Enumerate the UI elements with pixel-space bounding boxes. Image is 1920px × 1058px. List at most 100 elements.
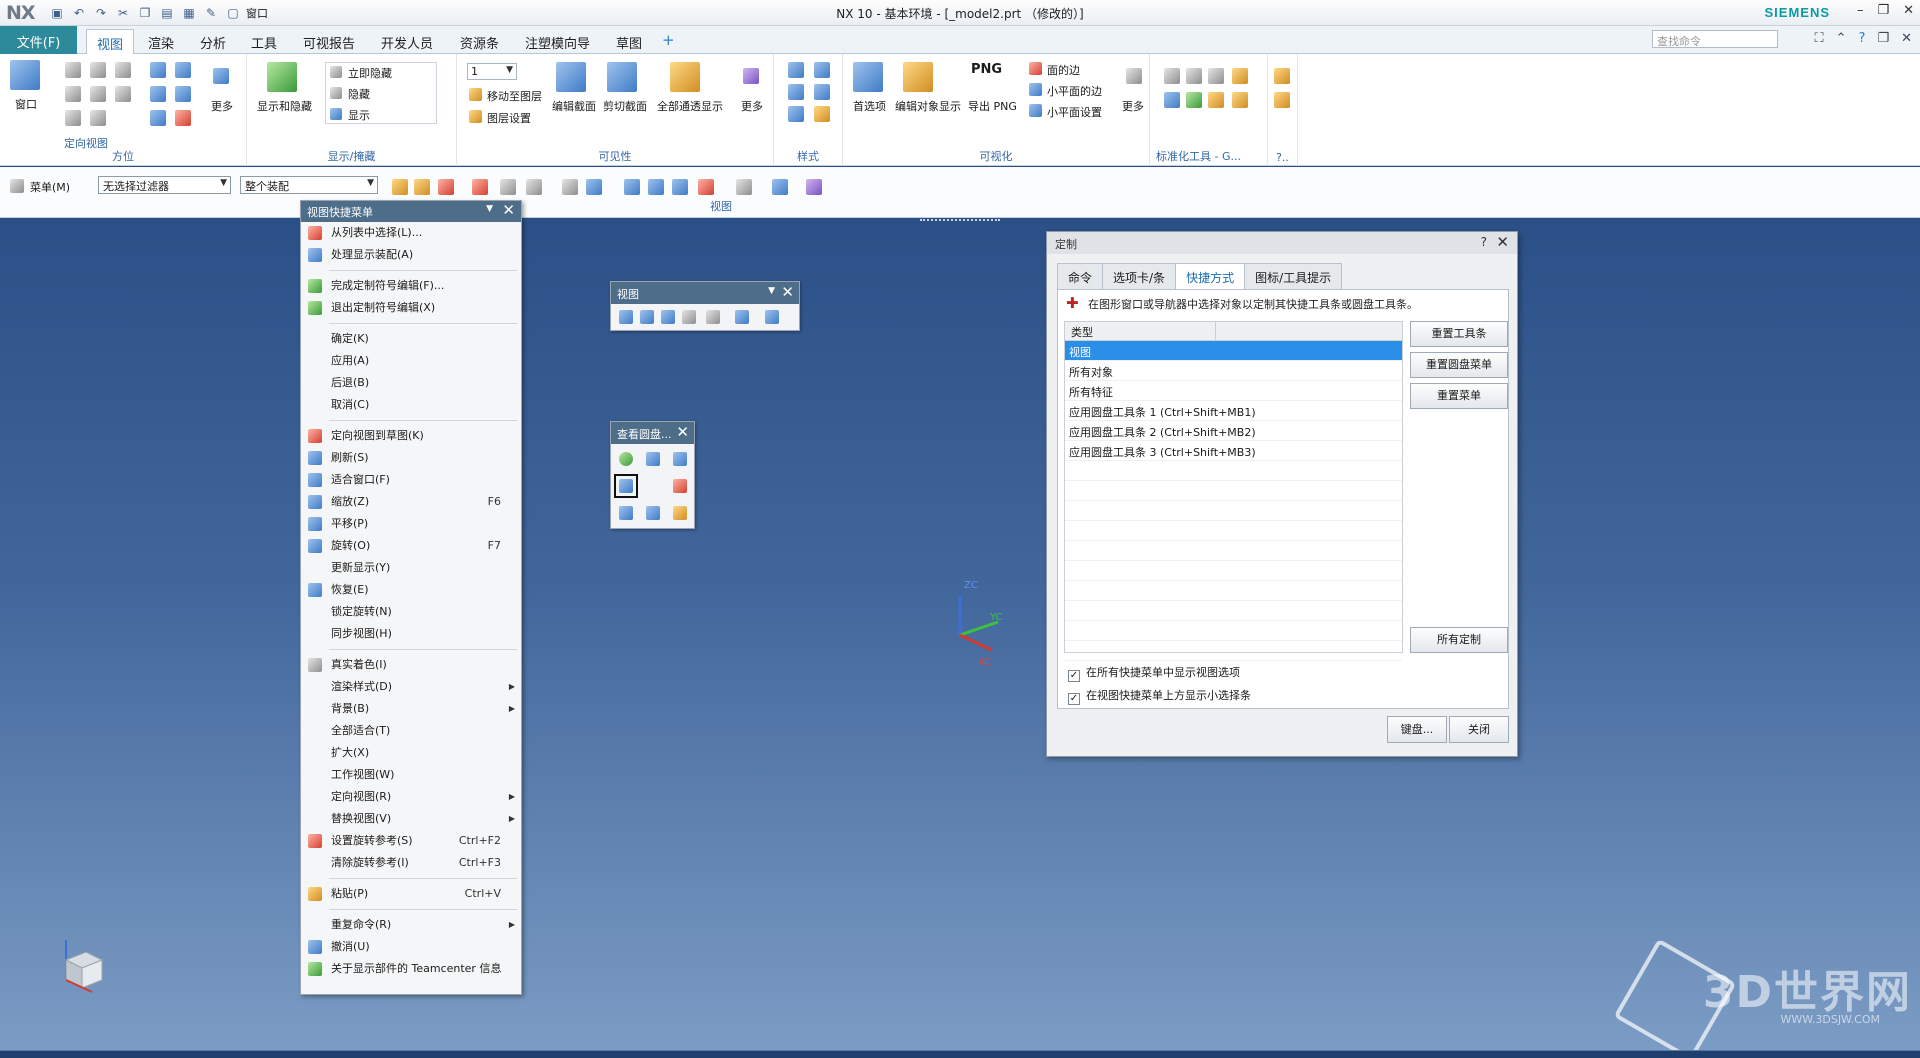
show-and-hide-icon[interactable] [267,62,297,92]
minimize-icon[interactable]: – [1857,3,1864,18]
section-icon[interactable] [682,310,696,324]
menu-item[interactable]: 清除旋转参考(I) Ctrl+F3 [301,852,521,874]
shaded-icon[interactable] [646,452,660,466]
png-icon[interactable]: PNG [971,62,1002,77]
move-to-layer-button[interactable]: 移动至图层 [487,88,542,104]
menu-item[interactable]: 更新显示(Y) [301,557,521,579]
preferences-icon[interactable] [853,62,883,92]
view-front-icon[interactable] [65,62,81,78]
menu-item[interactable]: 适合窗口(F) [301,469,521,491]
menu-item[interactable]: 工作视图(W) [301,764,521,786]
list-row[interactable]: 应用圆盘工具条 2 (Ctrl+Shift+MB2) [1065,421,1402,441]
close-icon[interactable]: ✕ [1496,233,1509,251]
pan-icon[interactable] [150,86,166,102]
small-plane-edges-button[interactable]: 小平面的边 [1047,83,1102,99]
view-rotate-icon[interactable] [672,179,688,195]
menu-item[interactable]: 渲染样式(D) ▶ [301,676,521,698]
view-fit-icon[interactable] [624,179,640,195]
more-visibility-label[interactable]: 更多 [741,98,763,114]
menu-item[interactable]: 背景(B) ▶ [301,698,521,720]
tab-shortcuts[interactable]: 快捷方式 [1175,263,1246,290]
more-visibility-icon[interactable] [743,68,759,84]
style-icon[interactable] [706,310,720,324]
list-row[interactable]: 应用圆盘工具条 1 (Ctrl+Shift+MB1) [1065,401,1402,421]
assembly-filter-select[interactable]: 整个装配 ▼ [240,176,378,194]
edit-object-display-icon[interactable] [903,62,933,92]
tool-7-icon[interactable] [1208,92,1224,108]
menu-item[interactable]: 锁定旋转(N) [301,601,521,623]
tool-3-icon[interactable] [1208,68,1224,84]
restore-icon[interactable]: ❐ [1877,3,1889,18]
keyboard-button[interactable]: 键盘... [1387,716,1447,743]
redo-icon[interactable] [765,310,779,324]
tab-commands[interactable]: 命令 [1057,263,1104,289]
rotate-icon[interactable] [150,110,166,126]
tab-mold-wizard[interactable]: 注塑模向导 [515,29,600,54]
shaded-icon[interactable] [814,62,830,78]
wireframe-icon[interactable] [788,84,804,100]
face-edges-button[interactable]: 面的边 [1047,62,1080,78]
menu-item[interactable]: 重复命令(R) ▶ [301,914,521,936]
clip-section-label[interactable]: 剪切截面 [603,98,647,114]
collapse-ribbon-icon[interactable]: ⌃ [1836,31,1847,46]
tool-5-icon[interactable] [1164,92,1180,108]
more-views-icon[interactable] [213,68,229,84]
menu-button[interactable]: 菜单(M) [30,179,70,195]
list-row[interactable]: 所有特征 [1065,381,1402,401]
shortcut-type-list[interactable]: 类型 视图 所有对象 所有特征 应用圆盘工具条 1 (Ctrl+Shift+MB1) 应… [1064,321,1403,661]
menu-item[interactable]: 缩放(Z) F6 [301,491,521,513]
menu-item[interactable]: 全部适合(T) [301,720,521,742]
see-through-label[interactable]: 全部通透显示 [657,98,723,114]
box-select-icon[interactable] [526,179,542,195]
tab-file[interactable]: 文件(F) [0,26,77,54]
orient-icon[interactable] [175,110,191,126]
close-button[interactable]: 关闭 [1449,716,1509,743]
list-row[interactable]: 视图 [1065,341,1402,361]
small-plane-settings-button[interactable]: 小平面设置 [1047,104,1102,120]
menu-item[interactable]: 平移(P) [301,513,521,535]
menu-item[interactable]: 恢复(E) [301,579,521,601]
iso-view-icon[interactable] [646,506,660,520]
help-icon[interactable]: ? [1481,235,1487,249]
view-trimetric-icon[interactable] [90,110,106,126]
chevron-down-icon[interactable]: ▼ [486,204,493,214]
tool-2-icon[interactable] [1186,68,1202,84]
true-shading-icon[interactable] [619,452,633,466]
column-divider[interactable] [1215,322,1216,341]
selected-slot[interactable] [614,474,638,498]
menu-item[interactable]: 刷新(S) [301,447,521,469]
deselect-icon[interactable] [472,179,488,195]
select-body-icon[interactable] [562,179,578,195]
close-icon[interactable]: ✕ [502,201,515,219]
show-button[interactable]: 显示 [348,107,370,123]
reset-radial-menu-button[interactable]: 重置圆盘菜单 [1410,352,1508,378]
layer-select[interactable]: 1 ▼ [467,63,517,80]
view-left-icon[interactable] [115,86,131,102]
shaded-edges-icon[interactable] [788,62,804,78]
immediate-hide-button[interactable]: 立即隐藏 [348,65,392,81]
view-bottom-icon[interactable] [65,110,81,126]
command-search-input[interactable]: 查找命令 [1652,30,1778,48]
orient-view-icon[interactable] [673,479,687,493]
view-background-icon[interactable] [806,179,822,195]
menu-item[interactable]: 确定(K) [301,328,521,350]
undo-icon[interactable] [735,310,749,324]
type-filter-select[interactable]: 无选择过滤器 ▼ [98,176,231,194]
studio-icon[interactable] [788,106,804,122]
menu-item[interactable]: 旋转(O) F7 [301,535,521,557]
menu-item[interactable]: 粘贴(P) Ctrl+V [301,883,521,905]
menu-item[interactable]: 扩大(X) [301,742,521,764]
tool-8-icon[interactable] [1232,92,1248,108]
more-visualization-icon[interactable] [1126,68,1142,84]
hidden-wire-icon[interactable] [814,84,830,100]
menu-item[interactable]: 定向视图(R) ▶ [301,786,521,808]
tab-resource-bar[interactable]: 资源条 [450,29,509,54]
list-row[interactable]: 应用圆盘工具条 3 (Ctrl+Shift+MB3) [1065,441,1402,461]
resize-grip[interactable] [920,219,1000,225]
menu-item[interactable]: 关于显示部件的 Teamcenter 信息 [301,958,521,980]
view-right-icon[interactable] [90,86,106,102]
tab-sketch[interactable]: 草图 [606,29,652,54]
menu-item[interactable]: 后退(B) [301,372,521,394]
tab-render[interactable]: 渲染 [138,29,184,54]
tab-tabs-bars[interactable]: 选项卡/条 [1102,263,1177,289]
